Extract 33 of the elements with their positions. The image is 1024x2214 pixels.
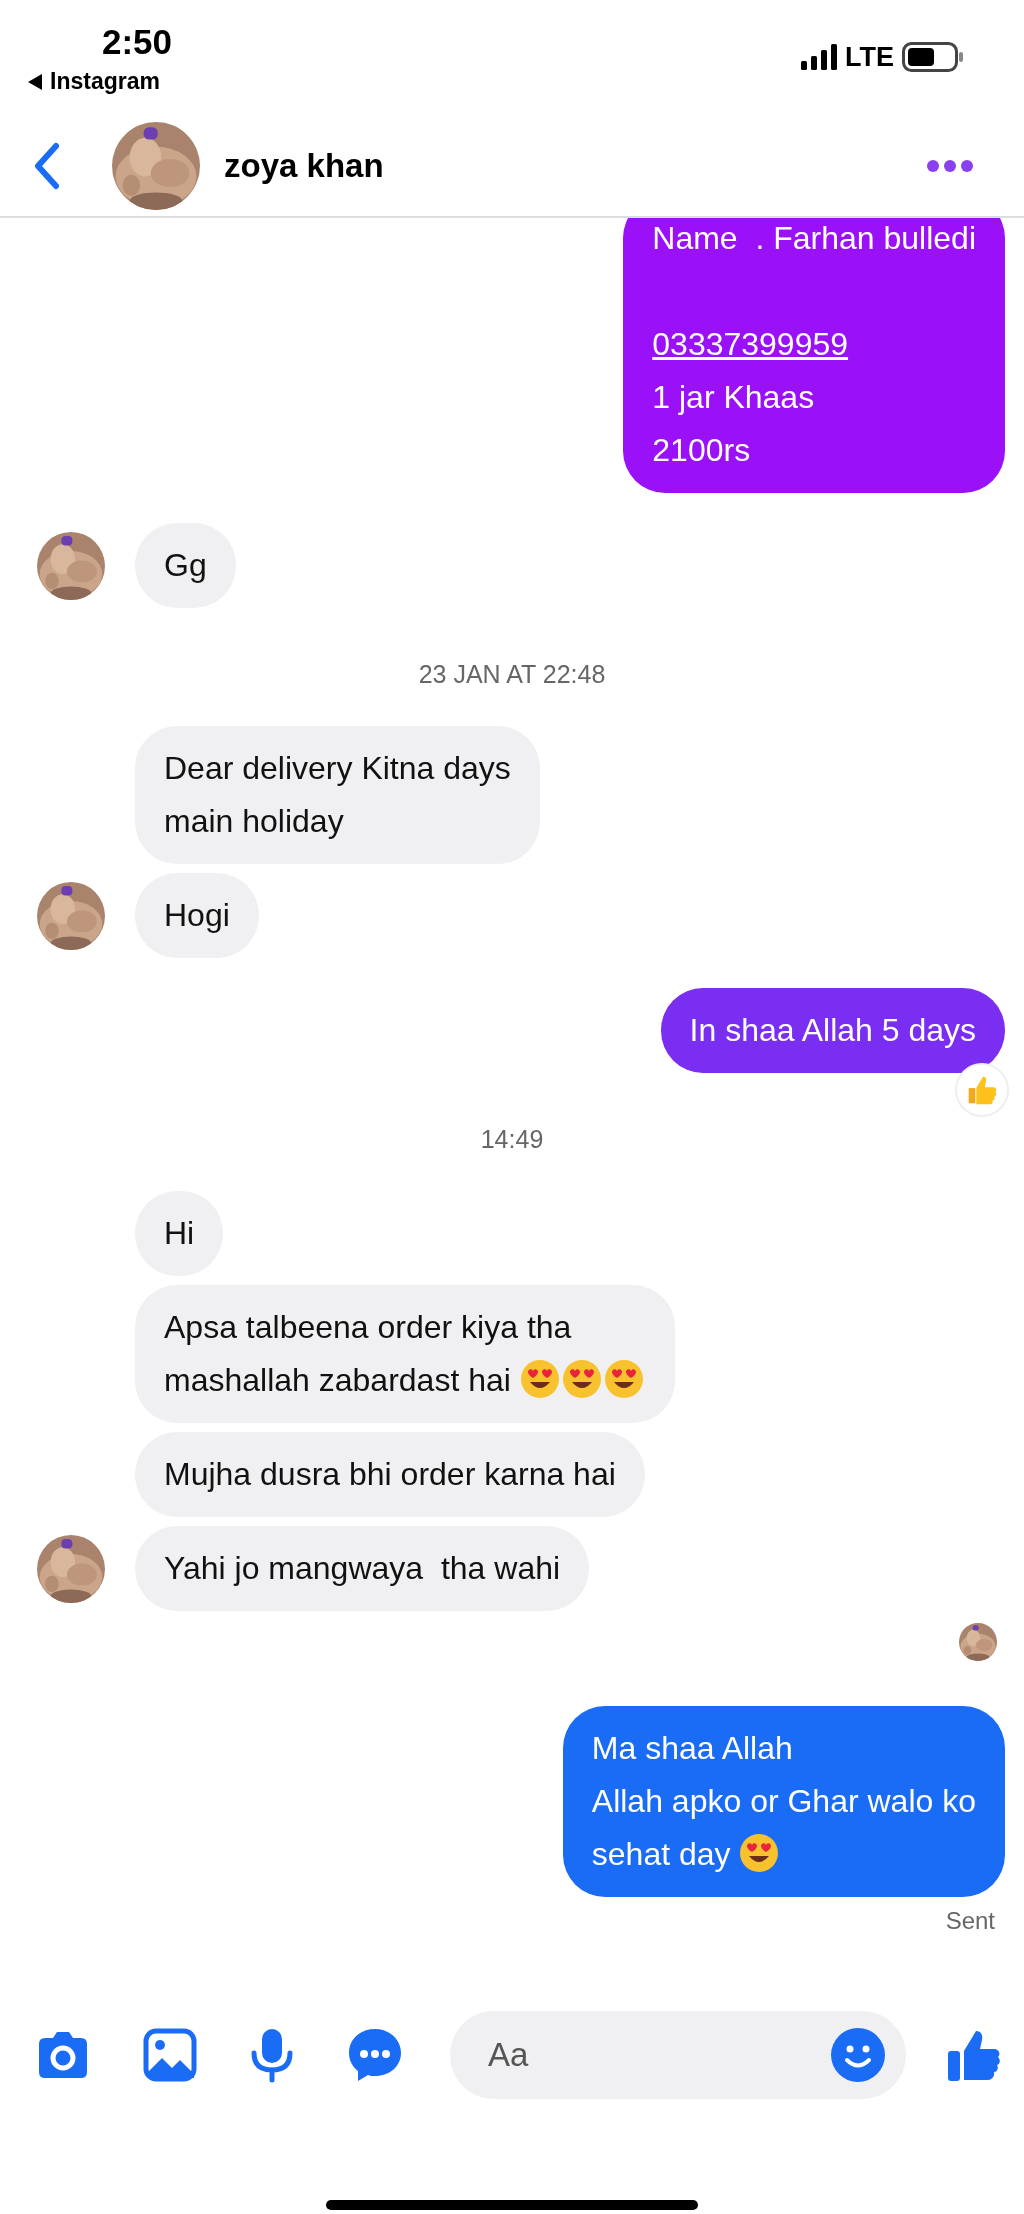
- contact-name[interactable]: zoya khan: [224, 146, 926, 185]
- message-text: In shaa Allah 5 days: [689, 1011, 976, 1050]
- message-text: Gg: [164, 546, 207, 585]
- timestamp: 14:49: [480, 1124, 544, 1155]
- clock-time: 2:50: [102, 22, 173, 62]
- back-chevron-icon[interactable]: [32, 141, 62, 190]
- reaction-badge[interactable]: [955, 1063, 1009, 1117]
- back-triangle-icon[interactable]: [28, 73, 42, 90]
- heart-eyes-emoji-icon: [739, 1833, 780, 1873]
- battery-icon: [902, 42, 964, 72]
- heart-eyes-emoji-icon: [561, 1359, 602, 1399]
- heart-eyes-emoji-icon: [519, 1359, 560, 1399]
- message-text: Mujha dusra bhi order karna hai: [164, 1455, 616, 1494]
- message-text: Name . Farhan bulledi 03337399959 1 jar Khaas 2100rs: [652, 219, 976, 470]
- image-icon[interactable]: [143, 2028, 197, 2082]
- message-text: Yahi jo mangwaya tha wahi: [164, 1549, 561, 1588]
- more-options-icon[interactable]: [926, 158, 974, 173]
- microphone-icon[interactable]: [249, 2027, 295, 2083]
- network-label: LTE: [845, 41, 894, 73]
- message-text: Hi: [164, 1214, 195, 1253]
- message-text: Dear delivery Kitna days main holiday: [164, 749, 511, 841]
- emoji-icon[interactable]: [830, 2027, 886, 2083]
- message-text: Apsa talbeena order kiya tha mashallah zabardast hai: [164, 1301, 646, 1407]
- message-status: Sent: [945, 1907, 996, 1935]
- message-text: Hogi: [164, 896, 230, 935]
- message-input[interactable]: Aa: [450, 2011, 906, 2099]
- chat-bubble-dots-icon[interactable]: [347, 2027, 403, 2083]
- message-text: Ma shaa Allah Allah apko or Ghar walo ko sehat day: [591, 1729, 976, 1875]
- timestamp: 23 JAN AT 22:48: [418, 659, 606, 690]
- heart-eyes-emoji-icon: [603, 1359, 644, 1399]
- phone-link[interactable]: 03337399959: [652, 326, 849, 362]
- signal-icon: [801, 44, 837, 70]
- back-to-app-link[interactable]: Instagram: [50, 68, 160, 95]
